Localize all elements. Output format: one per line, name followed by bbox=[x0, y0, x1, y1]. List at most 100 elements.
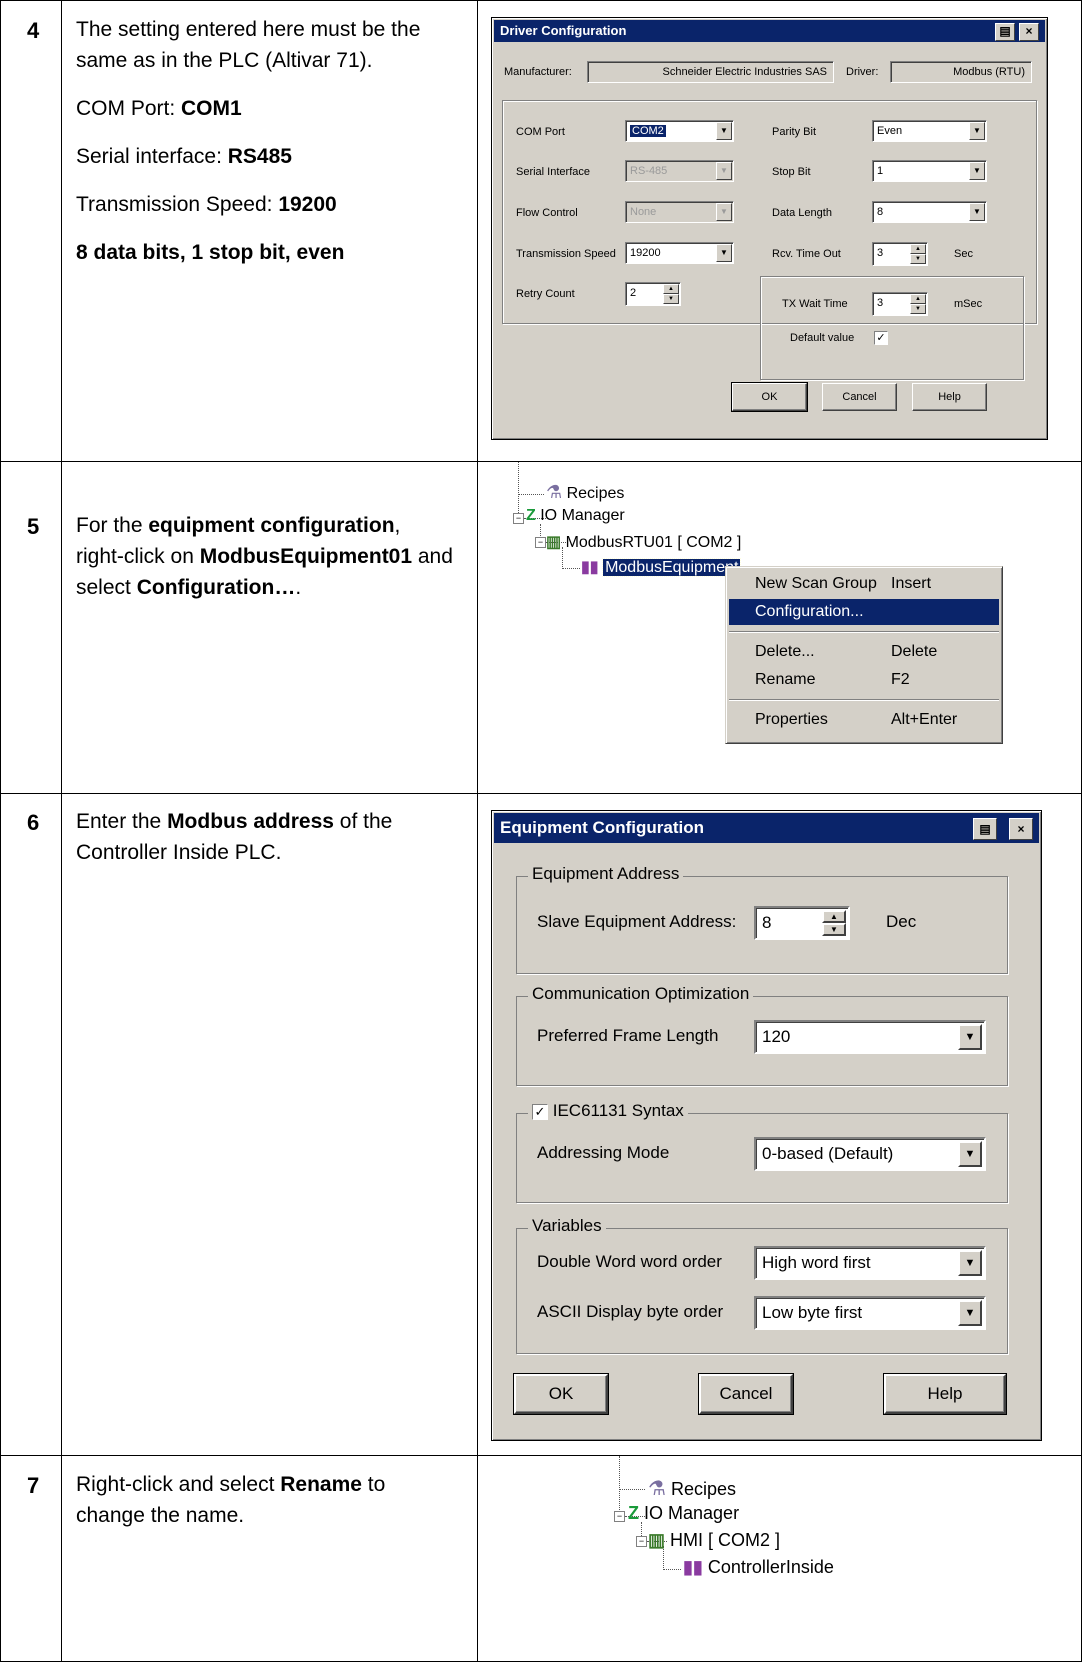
print-icon[interactable]: ▤ bbox=[995, 23, 1015, 41]
stop-bit-select[interactable]: 1 ▼ bbox=[872, 160, 987, 182]
arrow-down-icon[interactable]: ▼ bbox=[822, 923, 846, 936]
serial-label: Serial interface: bbox=[76, 145, 228, 168]
help-button[interactable]: Help bbox=[884, 1374, 1006, 1414]
spinner-arrows[interactable]: ▲ ▼ bbox=[910, 244, 926, 264]
tx-wait-spinner[interactable]: 3 ▲ ▼ bbox=[872, 292, 928, 316]
parity-bit-label: Parity Bit bbox=[772, 126, 817, 138]
rcv-timeout-spinner[interactable]: 3 ▲ ▼ bbox=[872, 242, 928, 266]
tree-line bbox=[518, 462, 519, 517]
collapse-icon[interactable]: − bbox=[535, 537, 546, 548]
ascii-order-select[interactable]: Low byte first ▼ bbox=[754, 1296, 986, 1330]
spinner-arrows[interactable]: ▲ ▼ bbox=[910, 294, 926, 314]
arrow-down-icon[interactable]: ▼ bbox=[910, 254, 926, 264]
help-button[interactable]: Help bbox=[912, 383, 987, 411]
step6-instructions: Enter the Modbus address of the Controll… bbox=[76, 806, 454, 868]
frame-length-select[interactable]: 120 ▼ bbox=[754, 1020, 986, 1054]
flow-control-label: Flow Control bbox=[516, 207, 578, 219]
chevron-down-icon[interactable]: ▼ bbox=[716, 244, 732, 262]
chevron-down-icon[interactable]: ▼ bbox=[958, 1024, 982, 1050]
default-value-checkbox[interactable]: ✓ bbox=[874, 331, 888, 345]
serial-value: RS485 bbox=[227, 145, 292, 168]
addressing-mode-select[interactable]: 0-based (Default) ▼ bbox=[754, 1137, 986, 1171]
menu-item-properties[interactable]: Properties Alt+Enter bbox=[729, 707, 999, 733]
driver-label: Driver: bbox=[846, 66, 879, 78]
collapse-icon[interactable]: − bbox=[614, 1511, 625, 1522]
arrow-up-icon[interactable]: ▲ bbox=[910, 294, 926, 304]
driver-field: Modbus (RTU) bbox=[890, 61, 1032, 83]
step4-intro: The setting entered here must be the sam… bbox=[76, 18, 421, 72]
text: Enter the bbox=[76, 810, 168, 833]
chevron-down-icon[interactable]: ▼ bbox=[716, 122, 732, 140]
step-number: 7 bbox=[27, 1473, 40, 1498]
chevron-down-icon[interactable]: ▼ bbox=[969, 122, 985, 140]
menu-item-configuration[interactable]: Configuration... bbox=[729, 599, 999, 625]
io-manager-icon: Z bbox=[628, 1503, 639, 1523]
menu-separator bbox=[729, 699, 999, 701]
retry-count-spinner[interactable]: 2 ▲ ▼ bbox=[625, 282, 681, 306]
parity-bit-select[interactable]: Even ▼ bbox=[872, 120, 987, 142]
transmission-speed-value: 19200 bbox=[630, 247, 661, 259]
frame-length-value: 120 bbox=[762, 1027, 791, 1046]
cancel-button[interactable]: Cancel bbox=[699, 1374, 793, 1414]
tree-item-port[interactable]: ▥ ModbusRTU01 [ COM2 ] bbox=[546, 532, 741, 552]
tree-item-port[interactable]: ▥ HMI [ COM2 ] bbox=[648, 1530, 780, 1551]
tree-item-equipment[interactable]: ▮▮ ModbusEquipment bbox=[581, 557, 742, 577]
ok-button[interactable]: OK bbox=[514, 1374, 608, 1414]
arrow-down-icon[interactable]: ▼ bbox=[663, 294, 679, 304]
rcv-timeout-label: Rcv. Time Out bbox=[772, 248, 841, 260]
serial-interface-value: RS-485 bbox=[630, 165, 668, 177]
step7-instructions: Right-click and select Rename to change … bbox=[76, 1469, 454, 1531]
collapse-icon[interactable]: − bbox=[636, 1536, 647, 1547]
port-icon: ▥ bbox=[546, 534, 562, 551]
tree-item-io-manager[interactable]: Z IO Manager bbox=[526, 507, 625, 525]
spinner-arrows[interactable]: ▲ ▼ bbox=[663, 284, 679, 304]
menu-item-delete[interactable]: Delete... Delete bbox=[729, 639, 999, 665]
group-title: Communication Optimization bbox=[528, 984, 754, 1004]
driver-config-dialog: Driver Configuration ▤ × Manufacturer: S… bbox=[491, 17, 1048, 440]
dword-order-select[interactable]: High word first ▼ bbox=[754, 1246, 986, 1280]
ok-button[interactable]: OK bbox=[731, 382, 808, 412]
spinner-arrows[interactable]: ▲ ▼ bbox=[822, 910, 846, 936]
menu-item-rename[interactable]: Rename F2 bbox=[729, 667, 999, 693]
step4-serial: Serial interface: RS485 bbox=[76, 141, 454, 172]
retry-count-label: Retry Count bbox=[516, 288, 575, 300]
project-tree: − − ⚗ Recipes Z IO Manager ▥ ModbusRTU01… bbox=[478, 462, 1081, 792]
tree-item-recipes[interactable]: ⚗ Recipes bbox=[546, 482, 624, 503]
chevron-down-icon[interactable]: ▼ bbox=[969, 162, 985, 180]
check-icon[interactable]: ✓ bbox=[532, 1103, 548, 1120]
data-length-value: 8 bbox=[877, 206, 884, 218]
arrow-up-icon[interactable]: ▲ bbox=[822, 910, 846, 923]
equipment-icon: ▮▮ bbox=[683, 1557, 703, 1577]
chevron-down-icon[interactable]: ▼ bbox=[958, 1250, 982, 1276]
col-border bbox=[477, 0, 478, 1662]
dword-order-label: Double Word word order bbox=[537, 1252, 722, 1271]
tx-wait-unit: mSec bbox=[954, 298, 983, 310]
cancel-button[interactable]: Cancel bbox=[822, 383, 897, 411]
arrow-up-icon[interactable]: ▲ bbox=[910, 244, 926, 254]
retry-count-value: 2 bbox=[630, 287, 637, 299]
arrow-up-icon[interactable]: ▲ bbox=[663, 284, 679, 294]
tree-item-label: IO Manager bbox=[644, 1503, 740, 1523]
collapse-icon[interactable]: − bbox=[513, 513, 524, 524]
tree-item-io-manager[interactable]: Z IO Manager bbox=[628, 1503, 739, 1524]
tree-item-recipes[interactable]: ⚗ Recipes bbox=[648, 1476, 736, 1501]
flask-icon: ⚗ bbox=[546, 482, 563, 502]
menu-shortcut: Delete bbox=[891, 643, 938, 660]
transmission-speed-select[interactable]: 19200 ▼ bbox=[625, 242, 734, 264]
chevron-down-icon[interactable]: ▼ bbox=[958, 1141, 982, 1167]
iec-syntax-checkbox[interactable]: ✓ IEC61131 Syntax bbox=[528, 1101, 688, 1121]
data-length-select[interactable]: 8 ▼ bbox=[872, 201, 987, 223]
slave-address-spinner[interactable]: 8 ▲ ▼ bbox=[754, 906, 850, 940]
tree-item-label: ControllerInside bbox=[707, 1557, 834, 1577]
tree-item-equipment[interactable]: ▮▮ ControllerInside bbox=[683, 1557, 834, 1578]
chevron-down-icon[interactable]: ▼ bbox=[958, 1300, 982, 1326]
menu-item-new-scan-group[interactable]: New Scan Group Insert bbox=[729, 571, 999, 597]
close-icon[interactable]: × bbox=[1009, 818, 1033, 840]
com-port-select[interactable]: COM2 ▼ bbox=[625, 120, 734, 142]
check-icon[interactable]: ✓ bbox=[874, 331, 888, 345]
close-icon[interactable]: × bbox=[1019, 23, 1039, 41]
group-title: Variables bbox=[528, 1216, 606, 1236]
print-icon[interactable]: ▤ bbox=[973, 818, 997, 840]
arrow-down-icon[interactable]: ▼ bbox=[910, 304, 926, 314]
chevron-down-icon[interactable]: ▼ bbox=[969, 203, 985, 221]
